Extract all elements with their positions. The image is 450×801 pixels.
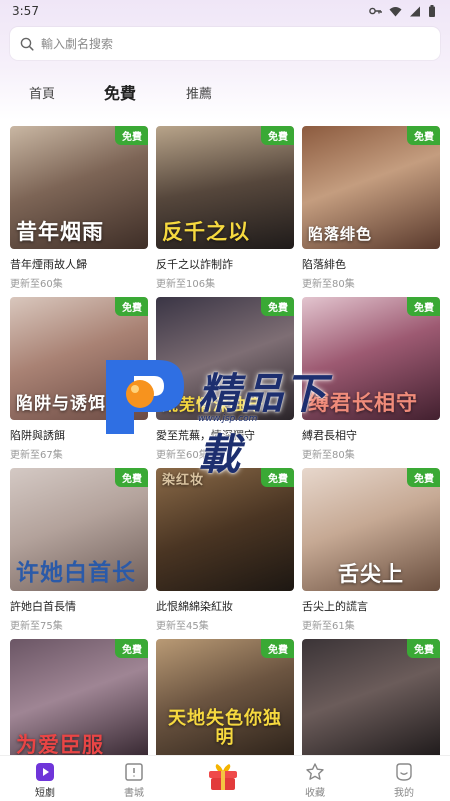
drama-title: 昔年煙雨故人歸: [10, 258, 87, 271]
drama-card[interactable]: 免費 许她白首长 許她白首長情 更新至75集: [10, 468, 148, 639]
drama-title: 舌尖上的謊言: [302, 600, 368, 613]
search-input[interactable]: [41, 36, 421, 51]
status-icons: [369, 5, 436, 17]
search-icon: [20, 37, 34, 51]
drama-episodes: 更新至80集: [302, 279, 355, 290]
category-tabs: 首頁 免費 推薦: [0, 74, 450, 108]
free-badge: 免費: [115, 126, 148, 145]
drama-card[interactable]: 免費 陷落绯色 陷落緋色 更新至80集: [302, 126, 440, 297]
free-badge: 免費: [407, 468, 440, 487]
drama-poster: 免費 昔年烟雨: [10, 126, 148, 249]
nav-bookstore-label: 書城: [124, 788, 144, 799]
poster-title: 许她白首长: [16, 558, 136, 586]
free-badge: 免費: [407, 297, 440, 316]
drama-poster: 免費 缚君长相守: [302, 297, 440, 420]
drama-title: 許她白首長情: [10, 600, 76, 613]
drama-poster: 免費 陷落绯色: [302, 126, 440, 249]
key-icon: [369, 7, 382, 15]
gift-icon: [209, 764, 237, 790]
bottom-nav: 短劇 書城 收藏 我的: [0, 755, 450, 801]
drama-card[interactable]: 免費 舌尖上 舌尖上的謊言 更新至61集: [302, 468, 440, 639]
free-badge: 免費: [261, 126, 294, 145]
drama-card[interactable]: 免費 染红妆 此恨綿綿染紅妝 更新至45集: [156, 468, 294, 639]
drama-episodes: 更新至75集: [10, 621, 63, 632]
nav-profile[interactable]: 我的: [374, 762, 434, 799]
drama-poster: 免費 反千之以: [156, 126, 294, 249]
battery-icon: [429, 5, 435, 17]
drama-poster: 免費 荒芜情深独守: [156, 297, 294, 420]
poster-title: 为爱臣服: [16, 731, 104, 755]
free-badge: 免費: [407, 126, 440, 145]
drama-episodes: 更新至60集: [156, 450, 209, 461]
drama-title: 陷阱與誘餌: [10, 429, 65, 442]
drama-card[interactable]: 免費 为爱臣服: [10, 639, 148, 755]
drama-card[interactable]: 免費 天地失色你独明: [156, 639, 294, 755]
wifi-icon: [389, 6, 402, 16]
free-badge: 免費: [115, 468, 148, 487]
free-badge: 免費: [407, 639, 440, 658]
poster-title: 缚君长相守: [308, 389, 418, 415]
search-bar[interactable]: [10, 27, 440, 60]
profile-icon: [396, 763, 412, 781]
drama-card[interactable]: 免費 昔年烟雨 昔年煙雨故人歸 更新至60集: [10, 126, 148, 297]
poster-title: 荒芜情深独守: [162, 395, 265, 415]
poster-title: 天地失色你独明: [168, 708, 282, 749]
drama-poster: 免費 天地失色你独明: [156, 639, 294, 755]
drama-episodes: 更新至106集: [156, 279, 216, 290]
poster-title: 昔年烟雨: [16, 218, 104, 244]
drama-episodes: 更新至60集: [10, 279, 63, 290]
drama-title: 此恨綿綿染紅妝: [156, 600, 233, 613]
drama-title: 反千之以詐制詐: [156, 258, 233, 271]
free-badge: 免費: [115, 639, 148, 658]
poster-title: 陷阱与诱饵: [16, 394, 106, 415]
drama-card[interactable]: 免費 陷阱与诱饵 陷阱與誘餌 更新至67集: [10, 297, 148, 468]
free-badge: 免費: [261, 639, 294, 658]
free-badge: 免費: [115, 297, 148, 316]
drama-episodes: 更新至45集: [156, 621, 209, 632]
poster-title: 陷落绯色: [308, 225, 373, 244]
drama-poster: 免費 陷阱与诱饵: [10, 297, 148, 420]
free-badge: 免費: [261, 297, 294, 316]
drama-card[interactable]: 免費 荒芜情深独守 愛至荒蕪，情深獨守 更新至60集: [156, 297, 294, 468]
drama-card[interactable]: 免費: [302, 639, 440, 755]
status-bar: 3:57: [0, 0, 450, 22]
poster-title: 舌尖上: [338, 560, 404, 586]
poster-title: 反千之以: [162, 218, 250, 244]
book-icon: [125, 763, 143, 781]
tab-recommend[interactable]: 推薦: [186, 83, 212, 102]
tab-free[interactable]: 免費: [104, 80, 136, 104]
nav-profile-label: 我的: [394, 788, 414, 799]
drama-title: 愛至荒蕪，情深獨守: [156, 429, 255, 442]
drama-poster: 免費 为爱臣服: [10, 639, 148, 755]
nav-shorts[interactable]: 短劇: [15, 762, 75, 799]
drama-title: 陷落緋色: [302, 258, 346, 271]
drama-episodes: 更新至80集: [302, 450, 355, 461]
drama-episodes: 更新至67集: [10, 450, 63, 461]
star-icon: [306, 763, 324, 780]
drama-card[interactable]: 免費 缚君长相守 縛君長相守 更新至80集: [302, 297, 440, 468]
drama-poster: 免費 染红妆: [156, 468, 294, 591]
nav-favorites-label: 收藏: [305, 788, 325, 799]
nav-gift[interactable]: [193, 760, 253, 794]
drama-poster: 免費: [302, 639, 440, 755]
nav-shorts-label: 短劇: [35, 788, 55, 799]
status-time: 3:57: [12, 4, 39, 18]
drama-card[interactable]: 免費 反千之以 反千之以詐制詐 更新至106集: [156, 126, 294, 297]
play-icon: [36, 763, 54, 781]
tab-home[interactable]: 首頁: [29, 83, 55, 102]
drama-title: 縛君長相守: [302, 429, 357, 442]
signal-icon: [410, 6, 420, 16]
nav-favorites[interactable]: 收藏: [285, 762, 345, 799]
drama-episodes: 更新至61集: [302, 621, 355, 632]
drama-poster: 免費 舌尖上: [302, 468, 440, 591]
drama-grid: 免費 昔年烟雨 昔年煙雨故人歸 更新至60集 免費 反千之以 反千之以詐制詐 更…: [10, 126, 440, 755]
drama-poster: 免費 许她白首长: [10, 468, 148, 591]
nav-bookstore[interactable]: 書城: [104, 762, 164, 799]
poster-title: 染红妆: [162, 473, 205, 488]
